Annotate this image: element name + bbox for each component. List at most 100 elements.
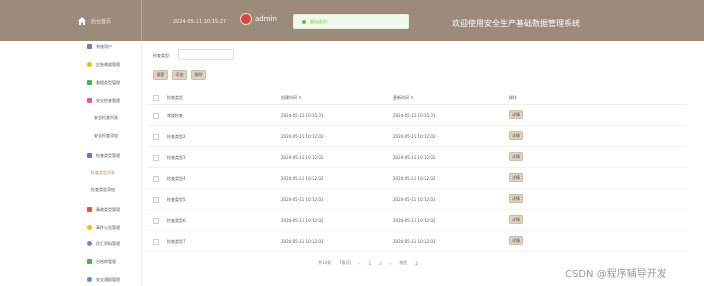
sidebar-item-label: 检查类型管理 bbox=[96, 152, 120, 158]
detail-button[interactable]: 详情 bbox=[509, 194, 523, 203]
main-content: 检查类型: 搜索 添加 删除 检查类型 创建时间 ⇕ 更新时间 ⇕ 操作 常规检… bbox=[142, 41, 694, 286]
sidebar-item-label: 优汇资料管理 bbox=[96, 240, 120, 246]
cell-updated: 2024-05-11 10:12:02 bbox=[393, 218, 436, 223]
next-page-icon[interactable]: › bbox=[390, 261, 392, 266]
sidebar-item-safety-check[interactable]: 安全检查管理 bbox=[87, 96, 120, 105]
column-header-action: 操作 bbox=[509, 95, 517, 100]
sort-icon[interactable]: ⇕ bbox=[410, 95, 413, 100]
detail-button[interactable]: 详情 bbox=[509, 131, 523, 140]
sidebar-item-label: 应急救援管理 bbox=[96, 61, 120, 67]
gear-icon bbox=[87, 241, 92, 246]
cell-updated: 2024-05-11 10:12:02 bbox=[393, 197, 436, 202]
sidebar-item-label: 救援类型管理 bbox=[96, 79, 120, 85]
cell-updated: 2024-05-11 10:12:02 bbox=[393, 239, 436, 244]
sidebar-item-system-users[interactable]: 系统用户 bbox=[87, 42, 112, 51]
row-checkbox[interactable] bbox=[153, 239, 159, 245]
row-checkbox[interactable] bbox=[153, 134, 159, 140]
sidebar-sub-check-type-add[interactable]: 检查类型添加 bbox=[91, 185, 115, 194]
sort-icon[interactable]: ⇕ bbox=[298, 95, 301, 100]
username: admin bbox=[255, 15, 277, 23]
search-button[interactable]: 搜索 bbox=[153, 70, 168, 80]
cell-updated: 2024-05-11 10:12:02 bbox=[393, 155, 436, 160]
detail-button[interactable]: 详情 bbox=[509, 152, 523, 161]
column-header-check-type: 检查类型 bbox=[167, 95, 183, 100]
column-header-updated[interactable]: 更新时间 ⇕ bbox=[393, 95, 414, 101]
book-icon bbox=[87, 259, 92, 264]
cell-check-type: 检查类型6 bbox=[167, 218, 186, 223]
cell-check-type: 检查类型3 bbox=[167, 155, 186, 160]
sidebar-item-label: 事件公告管理 bbox=[96, 224, 120, 230]
sidebar-item-emergency-rescue[interactable]: 应急救援管理 bbox=[87, 60, 120, 69]
sidebar-item-label: 安全通报管理 bbox=[96, 276, 120, 282]
sidebar-item-check-type[interactable]: 检查类型管理 bbox=[87, 151, 120, 160]
detail-button[interactable]: 详情 bbox=[509, 236, 523, 245]
sidebar-item-label: 系统用户 bbox=[96, 43, 112, 49]
page-2[interactable]: 2 bbox=[379, 261, 382, 266]
sidebar-item-ledger[interactable]: 台账库管理 bbox=[87, 257, 116, 266]
folder-icon bbox=[87, 80, 92, 85]
cell-check-type: 检查类型4 bbox=[167, 176, 186, 181]
success-icon bbox=[302, 19, 306, 24]
user-menu[interactable]: admin bbox=[240, 13, 277, 25]
cell-updated: 2024-05-11 10:15:31 bbox=[393, 113, 436, 118]
column-header-created[interactable]: 创建时间 ⇕ bbox=[281, 95, 302, 101]
detail-button[interactable]: 详情 bbox=[509, 215, 523, 224]
cell-created: 2024-05-11 10:12:02 bbox=[281, 197, 324, 202]
table-row: 检查类型2 2024-05-11 10:12:02 2024-05-11 10:… bbox=[147, 125, 687, 147]
prev-page-icon[interactable]: ‹ bbox=[359, 261, 361, 266]
sidebar-item-accident-type[interactable]: 事故类型管理 bbox=[87, 205, 120, 214]
sidebar-sub-safety-check-add[interactable]: 安全检查添加 bbox=[94, 131, 118, 140]
top-bar: 后台首页 2024-05-11 10:15:27 admin 退出成功！ 欢迎使… bbox=[0, 0, 704, 41]
row-checkbox[interactable] bbox=[153, 155, 159, 161]
page-1[interactable]: 1 bbox=[369, 261, 372, 266]
delete-button[interactable]: 删除 bbox=[191, 70, 206, 80]
cell-check-type: 检查类型5 bbox=[167, 197, 186, 202]
table-row: 检查类型6 2024-05-11 10:12:02 2024-05-11 10:… bbox=[147, 209, 687, 231]
row-checkbox[interactable] bbox=[153, 113, 159, 119]
row-checkbox[interactable] bbox=[153, 197, 159, 203]
home-label: 后台首页 bbox=[91, 18, 112, 25]
pagination-total: 共13条 bbox=[318, 260, 332, 265]
sidebar-sub-check-type-list[interactable]: 检查类型列表 bbox=[91, 168, 115, 177]
row-checkbox[interactable] bbox=[153, 218, 159, 224]
table-row: 常规检查 2024-05-11 10:15:31 2024-05-11 10:1… bbox=[147, 104, 687, 126]
grid-icon bbox=[87, 207, 92, 212]
sidebar-item-event-notice[interactable]: 事件公告管理 bbox=[87, 223, 120, 232]
check-type-search-input[interactable] bbox=[178, 49, 234, 60]
detail-button[interactable]: 详情 bbox=[509, 110, 523, 119]
avatar bbox=[240, 13, 252, 25]
select-all-checkbox[interactable] bbox=[153, 95, 159, 101]
home-link[interactable]: 后台首页 bbox=[77, 8, 137, 34]
cell-created: 2024-05-11 10:12:02 bbox=[281, 155, 324, 160]
table-row: 检查类型4 2024-05-11 10:12:02 2024-05-11 10:… bbox=[147, 167, 687, 189]
page-size-select[interactable]: 7条/页 bbox=[339, 260, 351, 266]
system-title: 欢迎使用安全生产基础数据管理系统 bbox=[452, 19, 580, 28]
sidebar-sub-safety-check-list[interactable]: 安全检查列表 bbox=[94, 113, 118, 122]
home-icon bbox=[78, 17, 86, 25]
table-row: 检查类型5 2024-05-11 10:12:02 2024-05-11 10:… bbox=[147, 188, 687, 210]
sidebar-item-label: 台账库管理 bbox=[96, 258, 116, 264]
pagination: 共13条 7条/页 ‹ 1 2 › 前往 2 bbox=[318, 259, 426, 267]
sidebar-item-safety-bulletin[interactable]: 安全通报管理 bbox=[87, 275, 120, 284]
watermark: CSDN @程序辅导开发 bbox=[565, 269, 667, 280]
datetime: 2024-05-11 10:15:27 bbox=[173, 19, 227, 25]
detail-button[interactable]: 详情 bbox=[509, 173, 523, 182]
sidebar-item-label: 安全检查管理 bbox=[96, 97, 120, 103]
sidebar-item-rescue-type[interactable]: 救援类型管理 bbox=[87, 78, 120, 87]
cell-check-type: 检查类型2 bbox=[167, 134, 186, 139]
cell-check-type: 常规检查 bbox=[167, 113, 183, 118]
sidebar: 系统用户 应急救援管理 救援类型管理 安全检查管理 安全检查列表 安全检查添加 … bbox=[77, 41, 142, 286]
alert-icon bbox=[87, 62, 92, 67]
table-row: 检查类型3 2024-05-11 10:12:02 2024-05-11 10:… bbox=[147, 146, 687, 168]
goto-page-input[interactable]: 2 bbox=[415, 261, 418, 266]
sidebar-item-materials[interactable]: 优汇资料管理 bbox=[87, 239, 120, 248]
toast-message: 退出成功！ bbox=[310, 18, 330, 24]
cell-created: 2024-05-11 10:15:31 bbox=[281, 113, 324, 118]
column-header-label: 更新时间 bbox=[393, 95, 409, 100]
cell-created: 2024-05-11 10:12:02 bbox=[281, 176, 324, 181]
cell-created: 2024-05-11 10:12:02 bbox=[281, 134, 324, 139]
row-checkbox[interactable] bbox=[153, 176, 159, 182]
add-button[interactable]: 添加 bbox=[172, 70, 187, 80]
cell-created: 2024-05-11 10:12:02 bbox=[281, 218, 324, 223]
goto-label: 前往 bbox=[399, 260, 408, 265]
